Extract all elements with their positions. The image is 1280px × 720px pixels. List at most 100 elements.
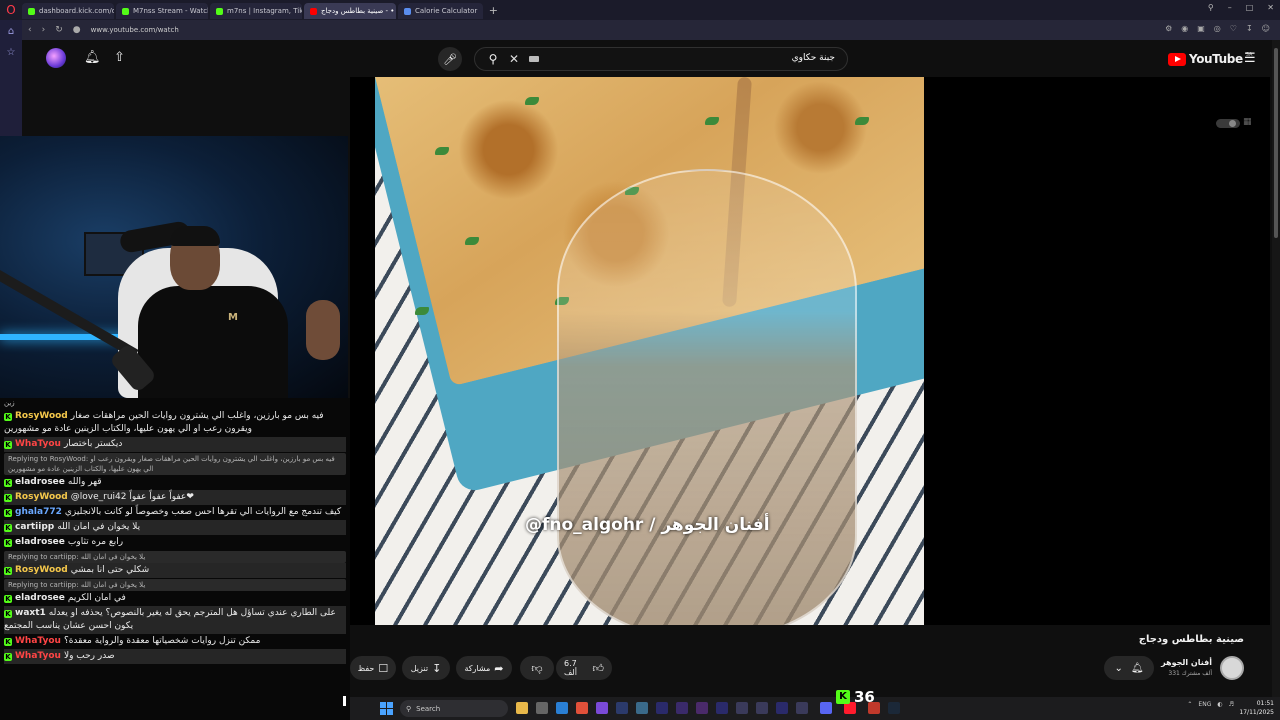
file-explorer-icon[interactable] xyxy=(516,702,528,714)
steam-icon[interactable] xyxy=(888,702,900,714)
after-effects-icon[interactable] xyxy=(676,702,688,714)
app-icon[interactable] xyxy=(576,702,588,714)
tab-youtube-video[interactable]: صينية بطاطس ودجاج - • xyxy=(304,3,396,19)
kick-badge-icon: K xyxy=(4,539,12,547)
video-frame[interactable]: @fno_algohr / أفنان الجوهر xyxy=(375,77,924,625)
autoplay-toggle[interactable] xyxy=(1216,119,1240,128)
extension-icon[interactable]: ◎ xyxy=(1214,24,1221,33)
subscriber-count: 331 ألف مشترك xyxy=(1168,670,1212,677)
profile-icon[interactable]: ☺ xyxy=(1262,24,1270,33)
stream-chat: زين K RosyWood فيه بس مو بارزين، واغلب الي… xyxy=(0,398,350,720)
search-input[interactable]: جبنة حكاوي xyxy=(792,53,835,63)
camera-icon[interactable]: ▣ xyxy=(1197,24,1205,33)
share-button[interactable]: مشاركة ➦ xyxy=(456,656,512,680)
tab-kick-dashboard[interactable]: dashboard.kick.com/dro xyxy=(22,3,114,19)
close-button[interactable]: ✕ xyxy=(1267,3,1274,12)
minimize-button[interactable]: – xyxy=(1228,3,1232,12)
audition-icon[interactable] xyxy=(656,702,668,714)
chat-message: Kwaxt1 على الطاري عندي تساؤل هل المترجم ي… xyxy=(4,606,346,634)
page-scrollbar-thumb[interactable] xyxy=(1274,48,1278,238)
like-button[interactable]: 6.7 ألف 👍︎ xyxy=(556,656,612,680)
language-indicator[interactable]: ENG xyxy=(1198,701,1211,708)
chat-fragment: زين xyxy=(4,399,15,407)
bell-icon: 🔔︎ xyxy=(1130,662,1144,674)
kick-badge-icon: K xyxy=(4,638,12,646)
share-arrow-icon: ➦ xyxy=(494,661,504,675)
search-box[interactable]: ⚲ ✕ جبنة حكاوي xyxy=(474,47,848,71)
upload-icon[interactable]: ⇧ xyxy=(114,50,125,65)
windows-taskbar: ⚲ Search ⌃ ENG ◐ ♬ 01:51 17/11/2025 xyxy=(350,697,1280,720)
subscribed-button[interactable]: ⌄ 🔔︎ xyxy=(1104,656,1154,680)
home-icon[interactable]: ⌂ xyxy=(8,26,14,37)
kick-badge-icon: K xyxy=(4,479,12,487)
kick-favicon-icon xyxy=(216,7,223,15)
new-tab-button[interactable]: + xyxy=(485,2,501,18)
app-icon[interactable] xyxy=(796,702,808,714)
clear-search-icon[interactable]: ✕ xyxy=(505,52,523,66)
address-bar: ‹ › ↻ ● www.youtube.com/watch ⚙ ◉ ▣ ◎ ♡ … xyxy=(22,20,1280,40)
url-field[interactable]: www.youtube.com/watch xyxy=(91,26,179,34)
visual-studio-icon[interactable] xyxy=(596,702,608,714)
kick-favicon-icon xyxy=(122,7,129,15)
extension-icon[interactable]: ⚙ xyxy=(1165,24,1172,33)
premiere-icon[interactable] xyxy=(776,702,788,714)
dislike-button[interactable]: 👎︎ xyxy=(520,656,554,680)
kick-logo-icon: K xyxy=(836,690,850,704)
kick-badge-icon: K xyxy=(4,610,12,618)
kick-badge-icon: K xyxy=(4,441,12,449)
account-avatar[interactable] xyxy=(46,48,66,68)
chevron-up-icon[interactable]: ⌃ xyxy=(1187,701,1192,708)
channel-avatar[interactable] xyxy=(1220,656,1244,680)
taskbar-clock[interactable]: 01:51 17/11/2025 xyxy=(1239,699,1274,717)
download-button[interactable]: تنزيل ↧ xyxy=(402,656,450,680)
reload-icon[interactable]: ↻ xyxy=(55,25,63,35)
store-icon[interactable] xyxy=(536,702,548,714)
youtube-logo[interactable]: YouTube SA xyxy=(1168,52,1252,66)
chat-message: K WhaTyou صدر رحب ولا xyxy=(4,649,346,664)
media-encoder-icon[interactable] xyxy=(696,702,708,714)
browser-sidebar: ⌂ ☆ xyxy=(0,20,22,136)
forward-icon[interactable]: › xyxy=(42,25,46,35)
maximize-button[interactable]: □ xyxy=(1246,3,1254,12)
chat-message: K RosyWood شكلي حتى انا بمشي xyxy=(4,563,346,578)
chat-scroll-indicator[interactable] xyxy=(343,696,346,706)
kick-badge-icon: K xyxy=(4,413,12,421)
taskbar-search[interactable]: ⚲ Search xyxy=(400,700,508,717)
vscode-icon[interactable] xyxy=(556,702,568,714)
hamburger-menu-icon[interactable]: ☰ xyxy=(1244,51,1256,66)
app-icon[interactable] xyxy=(736,702,748,714)
kick-badge-icon: K xyxy=(4,509,12,517)
keyboard-icon[interactable] xyxy=(529,56,539,62)
volume-icon[interactable]: ♬ xyxy=(1229,701,1234,708)
tab-calorie-calculator[interactable]: Calorie Calculator xyxy=(398,3,484,19)
app-icon[interactable] xyxy=(636,702,648,714)
chat-reply-context: Replying to cartiipp: يلا يخوان في امان … xyxy=(4,551,346,563)
search-tabs-icon[interactable]: ⚲ xyxy=(1208,3,1214,12)
tab-kick-stream[interactable]: M7nss Stream - Watch Li xyxy=(116,3,208,19)
save-button[interactable]: حفظ ☐ xyxy=(350,656,396,680)
chat-reply-context: Replying to RosyWood: فيه بس مو بارزين، … xyxy=(4,453,346,475)
wifi-icon[interactable]: ◐ xyxy=(1217,701,1222,708)
opera-logo-icon[interactable]: O xyxy=(0,0,22,20)
notifications-bell-icon[interactable]: 🔔︎ xyxy=(84,50,101,65)
download-icon[interactable]: ↧ xyxy=(1246,24,1253,33)
star-icon[interactable]: ☆ xyxy=(7,47,16,58)
discord-icon[interactable] xyxy=(820,702,832,714)
bookmark-icon[interactable]: ♡ xyxy=(1230,24,1237,33)
extension-icon[interactable]: ◉ xyxy=(1181,24,1188,33)
calculator-favicon-icon xyxy=(404,7,411,15)
glass-image xyxy=(557,169,857,625)
subtitles-icon[interactable]: ▦ xyxy=(1243,117,1252,127)
windows-start-icon[interactable] xyxy=(380,702,393,715)
back-icon[interactable]: ‹ xyxy=(28,25,32,35)
photoshop-icon[interactable] xyxy=(616,702,628,714)
app-icon[interactable] xyxy=(756,702,768,714)
tab-instagram[interactable]: m7ns | Instagram, TikTok xyxy=(210,3,302,19)
voice-search-mic-icon[interactable]: 🎤︎ xyxy=(438,47,462,71)
search-icon[interactable]: ⚲ xyxy=(481,52,505,66)
download-icon: ↧ xyxy=(432,661,442,675)
channel-name[interactable]: أفنان الجوهر xyxy=(1161,658,1212,667)
chat-message: K WhaTyou ديكستر باختصار xyxy=(4,437,346,452)
video-title: صينية بطاطس ودجاج xyxy=(1138,634,1244,645)
audition-icon[interactable] xyxy=(716,702,728,714)
